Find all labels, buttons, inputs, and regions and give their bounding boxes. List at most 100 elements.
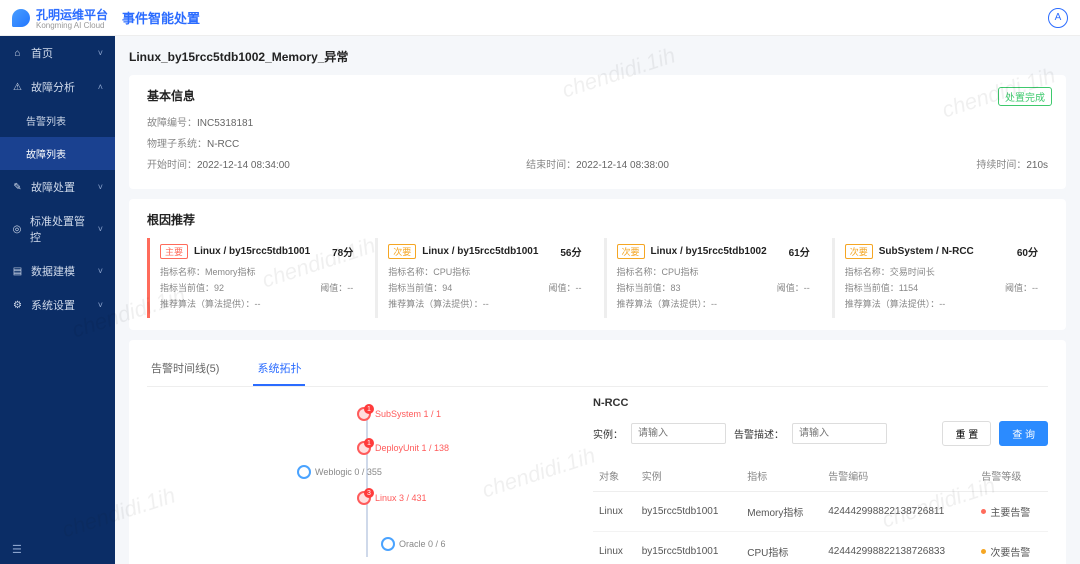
sidebar-item-label: 故障分析 [31,79,75,95]
filter-instance-input[interactable] [631,423,726,444]
page-title: 事件智能处置 [122,8,200,27]
chevron-down-icon: ˅ [98,182,103,192]
table-header: 告警编码 [822,460,975,492]
rc-value: 指标当前值：92 [160,281,224,294]
query-button[interactable]: 查 询 [999,421,1048,446]
sidebar-item[interactable]: ✎ 故障处置 ˅ [0,170,115,204]
cell-metric: Memory指标 [741,492,822,532]
table-header: 实例 [636,460,742,492]
topo-node-label: Weblogic 0 / 355 [315,467,382,477]
rc-name: Linux / by15rcc5tdb1001 [194,246,310,257]
topo-node-linux[interactable]: 3Linux 3 / 431 [357,491,427,505]
filter-desc-label: 告警描述： [734,426,784,441]
detail-card: 告警时间线(5) 系统拓扑 1SubSystem 1 / 1 1DeployUn… [129,340,1066,564]
sidebar-collapse-button[interactable]: ☰ [0,535,115,564]
rc-metric: 指标名称：Memory指标 [160,265,256,278]
root-cause-item[interactable]: 次要SubSystem / N-RCC60分指标名称：交易时间长指标当前值：11… [832,238,1048,318]
basic-info-heading: 基本信息 [147,87,1048,104]
topo-node-weblogic[interactable]: Weblogic 0 / 355 [297,465,382,479]
rc-metric: 指标名称：交易时间长 [845,265,935,278]
sidebar-item[interactable]: ⚙系统设置˅ [0,288,115,322]
sidebar-icon: ⚙ [12,300,23,311]
brand-logo: 孔明运维平台 Kongming AI Cloud [12,6,108,30]
cell-level: 次要告警 [975,532,1048,564]
table-header: 对象 [593,460,636,492]
table-row[interactable]: Linuxby15rcc5tdb1001CPU指标424442998822138… [593,532,1048,564]
topo-node-oracle[interactable]: Oracle 0 / 6 [381,537,446,551]
rc-algo: 推荐算法（算法提供）：-- [388,297,489,310]
status-badge: 处置完成 [998,87,1052,106]
sidebar: ⌂首页˅⚠故障分析˄告警列表故障列表✎故障处置˅◎标准处置管控˅▤数据建模˅⚙系… [0,36,115,564]
fault-id-label: 故障编号： [147,118,197,129]
fault-id-value: INC5318181 [197,118,253,129]
sidebar-icon: ◎ [12,224,22,235]
sidebar-item[interactable]: ⌂首页˅ [0,36,115,70]
user-avatar-icon[interactable]: A [1048,8,1068,28]
rc-threshold: 阈值：-- [320,281,353,294]
sidebar-item-label: 故障处置 [31,179,75,195]
phys-value: N-RCC [207,139,239,150]
topo-node-deployunit[interactable]: 1DeployUnit 1 / 138 [357,441,449,455]
rc-value: 指标当前值：94 [388,281,452,294]
rc-name: SubSystem / N-RCC [879,246,974,257]
sidebar-item[interactable]: 告警列表 [0,104,115,137]
sidebar-item-label: 故障列表 [26,146,66,161]
sidebar-item[interactable]: ◎标准处置管控˅ [0,204,115,254]
start-time-value: 2022-12-14 08:34:00 [197,160,290,171]
rc-name: Linux / by15rcc5tdb1002 [651,246,767,257]
severity-tag: 次要 [388,244,416,259]
rc-metric: 指标名称：CPU指标 [388,265,470,278]
cell-code: 424442998822138726811 [822,492,975,532]
tab-bar: 告警时间线(5) 系统拓扑 [147,352,1048,387]
table-row[interactable]: Linuxby15rcc5tdb1001Memory指标424442998822… [593,492,1048,532]
root-cause-item[interactable]: 次要Linux / by15rcc5tdb100261分指标名称：CPU指标指标… [604,238,820,318]
tab-system-topology[interactable]: 系统拓扑 [253,352,305,386]
sidebar-item[interactable]: ⚠ 故障分析 ˄ [0,70,115,104]
cell-metric: CPU指标 [741,532,822,564]
root-cause-item[interactable]: 次要Linux / by15rcc5tdb100156分指标名称：CPU指标指标… [375,238,591,318]
sidebar-item[interactable]: 故障列表 [0,137,115,170]
cell-code: 424442998822138726833 [822,532,975,564]
root-cause-card: 根因推荐 主要Linux / by15rcc5tdb100178分指标名称：Me… [129,199,1066,330]
topo-node-subsystem[interactable]: 1SubSystem 1 / 1 [357,407,441,421]
brand-name-cn: 孔明运维平台 [36,6,108,23]
cell-object: Linux [593,532,636,564]
cell-instance: by15rcc5tdb1001 [636,532,742,564]
sidebar-item[interactable]: ▤数据建模˅ [0,254,115,288]
cell-level: 主要告警 [975,492,1048,532]
severity-tag: 次要 [845,244,873,259]
end-time-value: 2022-12-14 08:38:00 [576,160,669,171]
severity-tag: 次要 [617,244,645,259]
filter-desc-input[interactable] [792,423,887,444]
start-time-label: 开始时间： [147,160,197,171]
topo-node-label: SubSystem 1 / 1 [375,409,441,419]
rc-algo: 推荐算法（算法提供）：-- [845,297,946,310]
table-header: 指标 [741,460,822,492]
brand-name-en: Kongming AI Cloud [36,21,108,30]
topbar: 孔明运维平台 Kongming AI Cloud 事件智能处置 A [0,0,1080,36]
alert-table: 对象实例指标告警编码告警等级 Linuxby15rcc5tdb1001Memor… [593,460,1048,564]
rc-threshold: 阈值：-- [549,281,582,294]
chevron-up-icon: ˄ [98,82,103,92]
main-content: Linux_by15rcc5tdb1002_Memory_异常 基本信息 处置完… [115,36,1080,564]
sidebar-item-label: 首页 [31,45,53,61]
topo-node-label: DeployUnit 1 / 138 [375,443,449,453]
root-cause-item[interactable]: 主要Linux / by15rcc5tdb100178分指标名称：Memory指… [147,238,363,318]
chevron-down-icon: ˅ [98,48,103,58]
sidebar-item-label: 数据建模 [31,263,75,279]
breadcrumb-title: Linux_by15rcc5tdb1002_Memory_异常 [129,48,1066,65]
duration-value: 210s [1026,160,1048,171]
sidebar-icon: ✎ [12,182,23,193]
sidebar-icon: ⚠ [12,82,23,93]
cell-object: Linux [593,492,636,532]
duration-label: 持续时间： [976,160,1026,171]
tab-alert-timeline[interactable]: 告警时间线(5) [147,352,223,386]
rc-threshold: 阈值：-- [1005,281,1038,294]
reset-button[interactable]: 重 置 [942,421,991,446]
topo-node-label: Oracle 0 / 6 [399,539,446,549]
end-time-label: 结束时间： [526,160,576,171]
sidebar-item-label: 标准处置管控 [30,213,90,245]
phys-label: 物理子系统： [147,139,207,150]
topology-graph[interactable]: 1SubSystem 1 / 1 1DeployUnit 1 / 138 Web… [147,397,577,564]
rc-metric: 指标名称：CPU指标 [617,265,699,278]
